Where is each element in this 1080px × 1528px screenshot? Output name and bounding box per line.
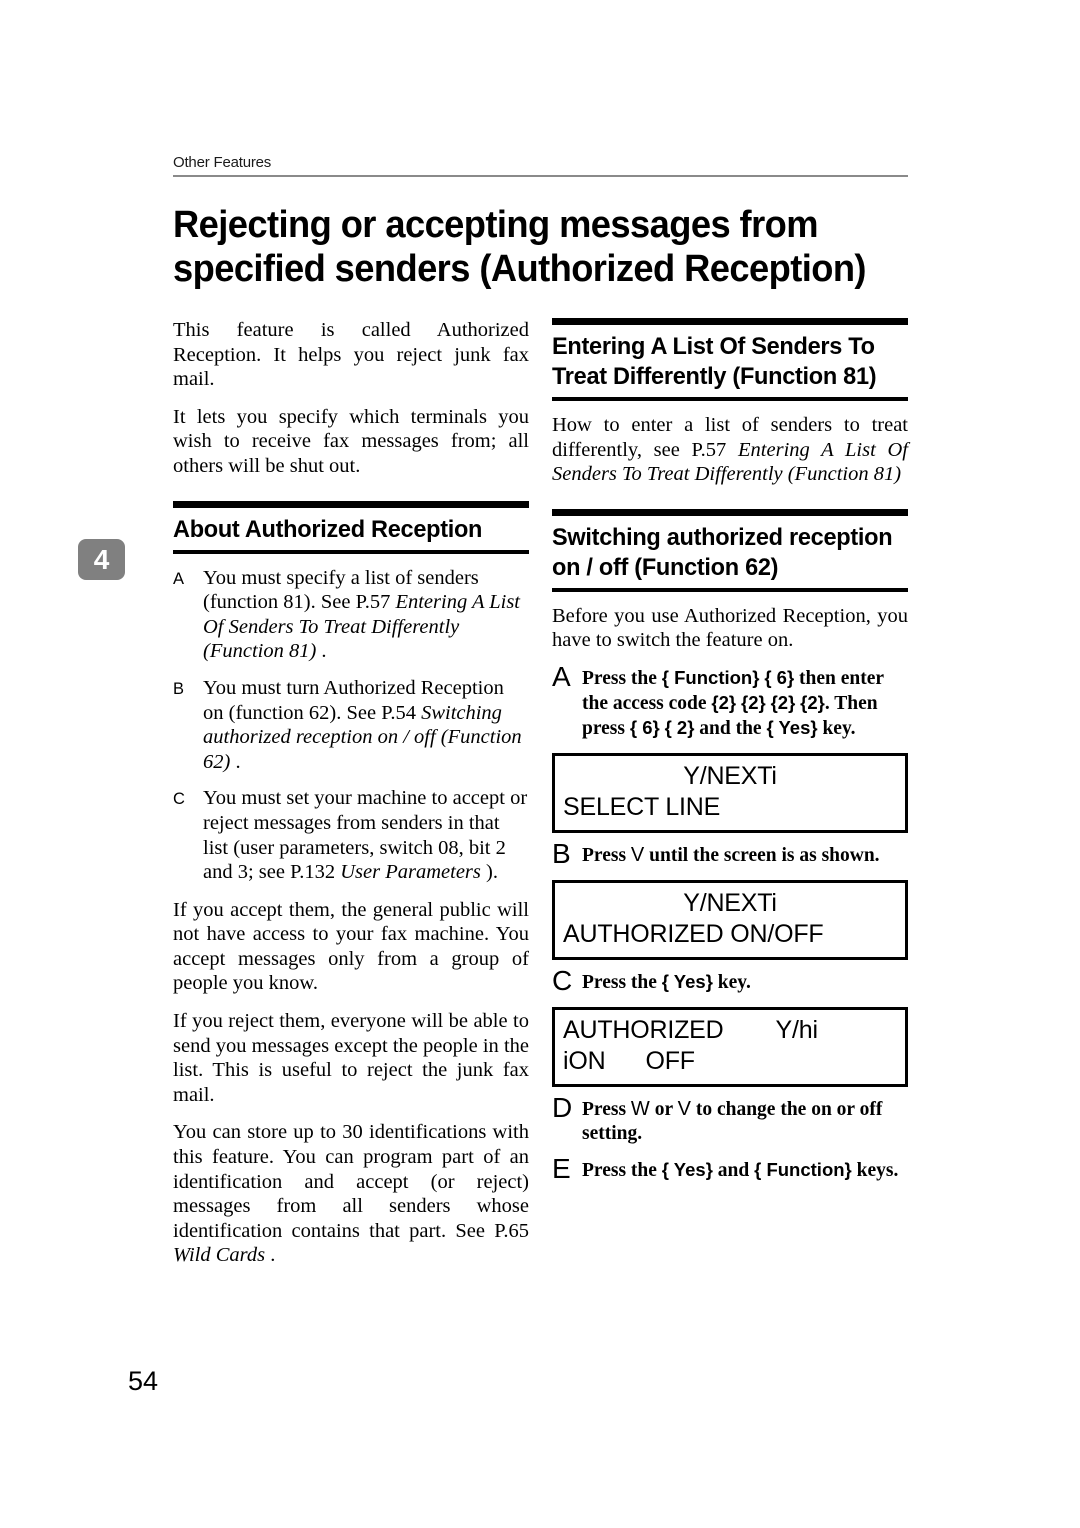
- paragraph: How to enter a list of senders to treat …: [552, 414, 908, 486]
- step-text-run: or: [649, 1098, 678, 1120]
- heading-rule-top: [552, 508, 908, 516]
- key-label: { 6}: [629, 716, 660, 738]
- lcd-line-1-left: AUTHORIZED: [563, 1015, 724, 1044]
- step-item: C Press the { Yes} key.: [552, 965, 908, 995]
- section-heading-label: Switching authorized reception on / off …: [552, 523, 893, 581]
- key-label: { Function}: [754, 1158, 852, 1180]
- list-item-text: You must set your machine to accept or r…: [203, 787, 528, 884]
- lcd-line-1-right: Y/hi: [775, 1015, 818, 1044]
- step-text-run: Press the: [582, 667, 662, 689]
- lcd-line-2: iON OFF: [563, 1046, 897, 1077]
- header-divider: [173, 174, 908, 177]
- paragraph: If you reject them, everyone will be abl…: [173, 1010, 529, 1106]
- step-list: A Press the { Function} { 6} then enter …: [552, 661, 908, 1183]
- chapter-tab-marker: 4: [78, 539, 125, 580]
- list-item: A You must specify a list of senders (fu…: [173, 566, 529, 664]
- step-text-run: until the screen is as shown.: [644, 844, 880, 866]
- key-label: { Yes}: [766, 716, 818, 738]
- step-marker: E: [552, 1152, 571, 1184]
- lcd-line-1: AUTHORIZED Y/hi: [563, 1015, 897, 1046]
- list-marker: C: [173, 790, 185, 809]
- lcd-line-2-right: OFF: [645, 1046, 695, 1075]
- step-text: Press W or V to change the on or off set…: [582, 1097, 882, 1144]
- step-text: Press the { Function} { 6} then enter th…: [582, 666, 884, 739]
- step-text-run: Press the: [582, 1159, 662, 1181]
- lcd-screen: Y/NEXTi SELECT LINE: [552, 752, 908, 833]
- section-heading-label: About Authorized Reception: [173, 515, 483, 543]
- heading-rule-bottom: [173, 549, 529, 554]
- heading-rule-bottom: [552, 397, 908, 401]
- step-text-run: Press: [582, 844, 631, 866]
- step-item: E Press the { Yes} and { Function} keys.: [552, 1153, 908, 1183]
- list-marker: B: [173, 679, 185, 698]
- lcd-line-1: Y/NEXTi: [683, 761, 777, 790]
- key-label: W: [630, 1097, 650, 1120]
- key-label: V: [630, 843, 645, 866]
- key-label: {2}: [711, 691, 737, 713]
- lcd-line-2: AUTHORIZED ON/OFF: [563, 919, 824, 948]
- step-text-run: Press: [582, 1098, 631, 1120]
- heading-rule-top: [552, 318, 908, 325]
- section-heading-switching-authorized-reception: Switching authorized reception on / off …: [552, 508, 908, 592]
- paragraph: It lets you specify which terminals you …: [173, 405, 529, 477]
- lcd-line-1: Y/NEXTi: [683, 888, 777, 917]
- key-label: { 6}: [764, 666, 795, 688]
- page-number: 54: [128, 1366, 159, 1396]
- key-label: { Function}: [661, 666, 760, 688]
- paragraph: Before you use Authorized Reception, you…: [552, 604, 908, 652]
- step-marker: A: [552, 660, 571, 692]
- list-item: B You must turn Authorized Reception on …: [173, 676, 529, 774]
- lcd-line-2-left: iON: [563, 1046, 606, 1075]
- step-text-run: key.: [712, 971, 751, 993]
- key-label: { Yes}: [661, 1158, 713, 1180]
- step-text: Press V until the screen is as shown.: [582, 843, 880, 866]
- step-marker: C: [552, 964, 573, 996]
- lcd-screen: AUTHORIZED Y/hi iON OFF: [552, 1006, 908, 1087]
- step-text-run: and the: [694, 717, 767, 739]
- manual-page: Other Features Rejecting or accepting me…: [0, 0, 1080, 1528]
- list-item-text: You must turn Authorized Reception on (f…: [203, 676, 522, 773]
- list-item: C You must set your machine to accept or…: [173, 786, 529, 884]
- heading-rule-bottom: [552, 587, 908, 592]
- step-item: A Press the { Function} { 6} then enter …: [552, 661, 908, 741]
- paragraph: You can store up to 30 identifications w…: [173, 1121, 529, 1267]
- key-label: {2}: [800, 691, 825, 713]
- step-text: Press the { Yes} and { Function} keys.: [582, 1158, 899, 1181]
- step-text: Press the { Yes} key.: [582, 970, 751, 993]
- step-item: B Press V until the screen is as shown.: [552, 838, 908, 868]
- heading-rule-top: [173, 500, 529, 508]
- key-label: { 2}: [664, 716, 695, 738]
- right-column: Entering A List Of Senders To Treat Diff…: [552, 318, 908, 1189]
- key-label: {2}: [770, 691, 796, 713]
- page-title: Rejecting or accepting messages from spe…: [173, 204, 867, 290]
- lcd-screen: Y/NEXTi AUTHORIZED ON/OFF: [552, 879, 908, 960]
- running-header: Other Features: [173, 154, 908, 177]
- list-item-text: You must specify a list of senders (func…: [203, 566, 520, 663]
- lcd-line-2: SELECT LINE: [563, 792, 721, 821]
- step-marker: B: [552, 837, 571, 869]
- key-label: V: [677, 1097, 691, 1120]
- step-item: D Press W or V to change the on or off s…: [552, 1092, 908, 1146]
- list-marker: A: [173, 569, 185, 588]
- left-column: This feature is called Authorized Recept…: [173, 318, 529, 1268]
- step-text-run: Press the: [582, 971, 662, 993]
- step-marker: D: [552, 1091, 573, 1123]
- section-heading-label: Entering A List Of Senders To Treat Diff…: [552, 333, 877, 390]
- key-label: {2}: [741, 691, 766, 713]
- section-heading-entering-list: Entering A List Of Senders To Treat Diff…: [552, 318, 908, 401]
- paragraph: This feature is called Authorized Recept…: [173, 319, 529, 391]
- step-text-run: and: [712, 1159, 755, 1181]
- alpha-list: A You must specify a list of senders (fu…: [173, 566, 529, 885]
- running-head-label: Other Features: [173, 154, 272, 171]
- step-text-run: keys.: [851, 1159, 899, 1181]
- key-label: { Yes}: [661, 970, 713, 992]
- section-heading-about-authorized-reception: About Authorized Reception: [173, 500, 529, 554]
- step-text-run: key.: [817, 717, 856, 739]
- paragraph: If you accept them, the general public w…: [173, 898, 529, 995]
